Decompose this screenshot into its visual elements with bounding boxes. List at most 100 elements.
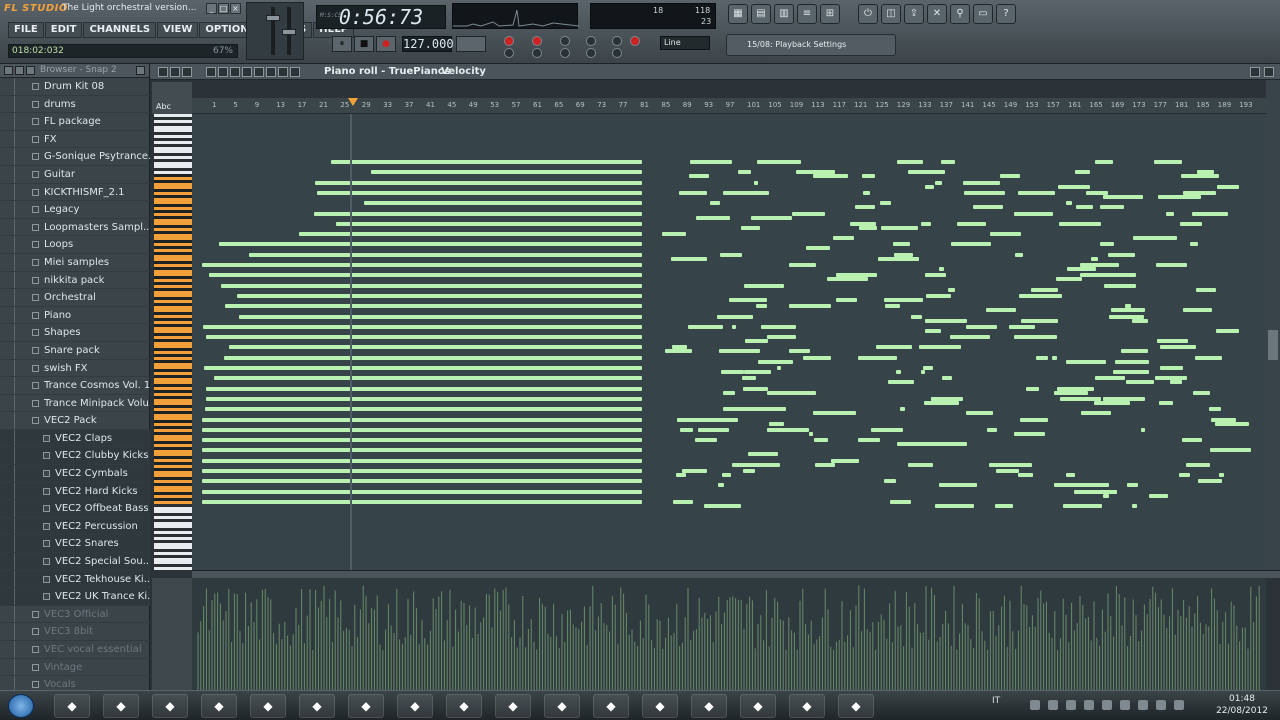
delete-icon[interactable] — [230, 67, 240, 77]
note[interactable] — [742, 386, 768, 391]
note[interactable] — [924, 273, 947, 278]
note[interactable] — [1121, 349, 1148, 354]
power-icon[interactable]: ⏻ — [858, 4, 878, 24]
maximize-button[interactable]: □ — [218, 3, 229, 14]
taskbar-app-explorer[interactable]: ◆ — [201, 694, 237, 718]
snap-mode-select[interactable]: Line — [660, 36, 710, 50]
typing-keyboard-icon[interactable] — [630, 36, 640, 46]
note[interactable] — [994, 503, 1013, 508]
network-icon[interactable] — [1156, 700, 1166, 710]
note[interactable] — [1196, 287, 1217, 292]
browser-item[interactable]: Orchestral — [0, 289, 150, 307]
note[interactable] — [774, 390, 817, 395]
tray-icon-a[interactable] — [1030, 700, 1040, 710]
note[interactable] — [1131, 503, 1138, 508]
tray-icon-c[interactable] — [1066, 700, 1076, 710]
note[interactable] — [925, 318, 967, 323]
note[interactable] — [1015, 252, 1023, 257]
note[interactable] — [754, 180, 759, 185]
note[interactable] — [1080, 273, 1112, 278]
note[interactable] — [743, 283, 785, 288]
note[interactable] — [863, 190, 871, 195]
piano-roll-title[interactable]: Piano roll - TruePianos — [324, 66, 451, 77]
piano-key[interactable] — [154, 567, 192, 570]
browser-item[interactable]: VEC2 Clubby Kicks — [0, 447, 150, 466]
note[interactable] — [1018, 473, 1034, 477]
note[interactable] — [1076, 205, 1093, 210]
note[interactable] — [239, 314, 642, 319]
note[interactable] — [893, 242, 910, 247]
note[interactable] — [695, 215, 730, 220]
loop-icon[interactable] — [560, 36, 570, 46]
note[interactable] — [202, 263, 642, 267]
start-button[interactable] — [8, 694, 34, 718]
snap-d-icon[interactable] — [586, 48, 596, 58]
note[interactable] — [920, 370, 926, 374]
note[interactable] — [989, 462, 1032, 467]
note[interactable] — [835, 297, 858, 302]
play-icon[interactable] — [290, 67, 300, 77]
note[interactable] — [1140, 427, 1145, 432]
note[interactable] — [202, 458, 642, 463]
timeline-ruler[interactable]: 1 5 9 13 17 21 25 29 33 37 41 45 49 53 57 61 65 69 73 77 81 8… — [192, 98, 1266, 114]
browser-item[interactable]: Shapes — [0, 324, 150, 342]
note[interactable] — [936, 442, 967, 447]
note[interactable] — [1160, 366, 1183, 370]
note[interactable] — [890, 499, 912, 504]
tray-icon-g[interactable] — [1138, 700, 1148, 710]
note[interactable] — [1170, 380, 1183, 385]
note[interactable] — [880, 225, 918, 230]
tray-icon-b[interactable] — [1048, 700, 1058, 710]
note[interactable] — [1080, 263, 1119, 267]
note[interactable] — [1110, 308, 1146, 313]
play-button[interactable]: ⏸ — [332, 36, 352, 52]
note[interactable] — [747, 452, 779, 457]
note[interactable] — [317, 190, 642, 195]
note[interactable] — [888, 380, 914, 385]
note[interactable] — [830, 411, 837, 416]
note[interactable] — [930, 396, 964, 401]
note[interactable] — [1186, 462, 1211, 467]
note[interactable] — [1065, 359, 1107, 364]
note[interactable] — [203, 324, 642, 329]
taskbar-app-utorrent[interactable]: ◆ — [54, 694, 90, 718]
note[interactable] — [966, 411, 993, 416]
note[interactable] — [751, 215, 792, 220]
note[interactable] — [1018, 293, 1062, 298]
note[interactable] — [1159, 400, 1173, 405]
tempo-display[interactable]: 127.000 — [402, 36, 454, 52]
browser-item[interactable]: swish FX — [0, 359, 150, 378]
browser-item[interactable]: VEC vocal essential — [0, 641, 150, 659]
note[interactable] — [1156, 263, 1188, 267]
volume-icon[interactable] — [1174, 700, 1184, 710]
note[interactable] — [1008, 324, 1035, 329]
note[interactable] — [675, 473, 686, 477]
note[interactable] — [1035, 355, 1049, 360]
note[interactable] — [987, 427, 998, 432]
select-icon[interactable] — [266, 67, 276, 77]
browser-item[interactable]: VEC2 Hard Kicks — [0, 482, 150, 501]
note[interactable] — [662, 232, 686, 237]
note[interactable] — [753, 452, 763, 457]
note[interactable] — [1106, 489, 1117, 494]
note[interactable] — [214, 376, 642, 381]
taskbar-app-box[interactable]: ◆ — [740, 694, 776, 718]
note[interactable] — [673, 499, 694, 504]
note[interactable] — [899, 407, 905, 412]
note[interactable] — [742, 376, 756, 381]
magnet-icon[interactable] — [170, 67, 180, 77]
note[interactable] — [966, 324, 998, 329]
note[interactable] — [363, 201, 642, 206]
note[interactable] — [815, 462, 835, 467]
note[interactable] — [1099, 242, 1114, 247]
mute-icon[interactable] — [242, 67, 252, 77]
note[interactable] — [1133, 236, 1178, 241]
note[interactable] — [1125, 380, 1154, 385]
note[interactable] — [698, 427, 729, 432]
minimize-button[interactable]: _ — [206, 3, 217, 14]
note[interactable] — [719, 252, 742, 257]
note[interactable] — [1049, 318, 1059, 323]
taskbar-app-fl-studio[interactable]: ◆ — [593, 694, 629, 718]
menu-view[interactable]: VIEW — [157, 22, 199, 38]
browser-item[interactable]: Legacy — [0, 201, 150, 219]
